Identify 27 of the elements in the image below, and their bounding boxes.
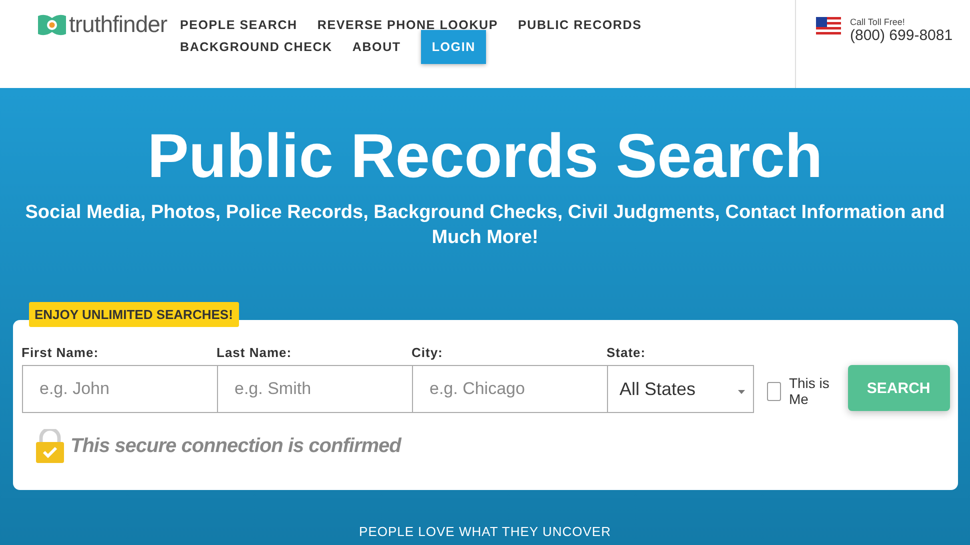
nav-link[interactable]: PEOPLE SEARCH (180, 18, 298, 32)
nav-link[interactable]: PUBLIC RECORDS (518, 18, 642, 32)
field-label: First Name: (22, 345, 100, 360)
padlock-icon (34, 429, 64, 463)
field-label: State: (606, 345, 647, 360)
input-field[interactable]: e.g. John (22, 365, 218, 413)
caret-icon (738, 390, 744, 394)
checkbox[interactable] (766, 382, 781, 400)
hero-title: Public Records Search (147, 121, 823, 193)
hero-subtitle: Social Media, Photos, Police Records, Background Checks, Civil Judgments, Contact Information and Much More! (24, 201, 946, 250)
logo-icon (38, 14, 66, 36)
input-field[interactable]: e.g. Smith (216, 365, 412, 413)
logo-wordmark[interactable]: truthfinder (69, 11, 168, 38)
nav-link[interactable]: BACKGROUND CHECK (180, 40, 332, 54)
state-dropdown[interactable]: All States (606, 365, 754, 413)
checkbox-label[interactable]: This is Me (788, 375, 836, 407)
secure-note: This secure connection is confirmed (70, 434, 401, 458)
input-field[interactable]: e.g. Chicago (412, 365, 608, 413)
field-label: City: (412, 345, 444, 360)
call-caption: Call Toll Free! (850, 17, 906, 27)
phone-number[interactable]: (800) 699-8081 (850, 27, 953, 44)
nav-link[interactable]: ABOUT (352, 40, 401, 54)
section-heading: PEOPLE LOVE WHAT THEY UNCOVER (359, 524, 611, 539)
promo-badge: ENJOY UNLIMITED SEARCHES! (28, 302, 239, 327)
nav-link[interactable]: REVERSE PHONE LOOKUP (317, 18, 498, 32)
flag-icon (816, 17, 841, 37)
field-label: Last Name: (216, 345, 293, 360)
